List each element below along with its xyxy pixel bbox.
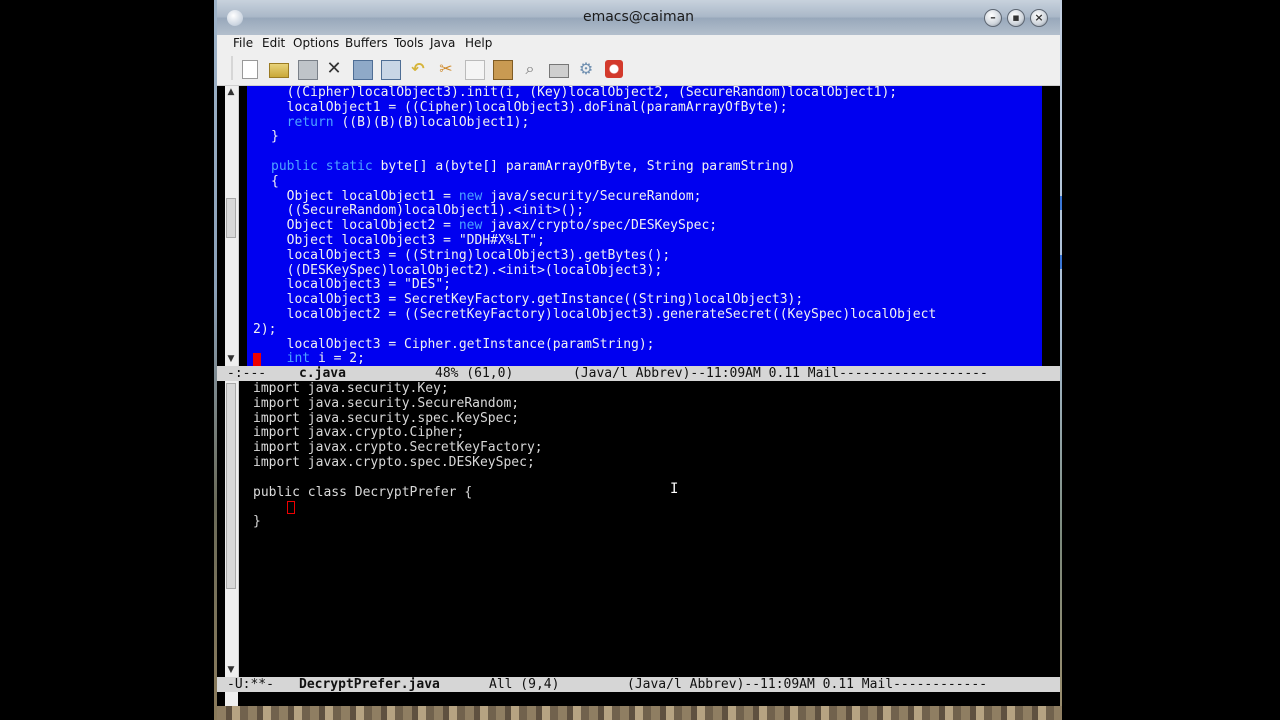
- code-line[interactable]: import javax.crypto.spec.DESKeySpec;: [253, 455, 543, 471]
- menu-options[interactable]: Options: [293, 36, 339, 50]
- menu-bar: File Edit Options Buffers Tools Java Hel…: [217, 35, 1060, 52]
- minibuffer-scroll-icon: [225, 692, 238, 706]
- mode-line-top[interactable]: -:--- c.java 48% (61,0) (Java/l Abbrev)-…: [217, 366, 1060, 381]
- save-icon[interactable]: [353, 60, 373, 80]
- vertical-scrollbar-top[interactable]: ▲ ▼: [225, 86, 239, 366]
- scroll-up-icon[interactable]: ▲: [226, 87, 236, 97]
- desktop-background-left: [0, 0, 217, 720]
- code-line[interactable]: {: [253, 174, 936, 190]
- text-cursor: [253, 353, 261, 366]
- code-area-bottom[interactable]: import java.security.Key; import java.sec…: [253, 381, 543, 530]
- code-line[interactable]: }: [253, 514, 543, 530]
- code-line[interactable]: Object localObject3 = "DDH#X%LT";: [253, 233, 936, 249]
- code-line[interactable]: localObject3 = ((String)localObject3).ge…: [253, 248, 936, 264]
- desktop-background-right: [1062, 0, 1280, 720]
- code-line[interactable]: public class DecryptPrefer {: [253, 485, 543, 501]
- save-disabled-icon[interactable]: [298, 60, 318, 80]
- code-line[interactable]: ((SecureRandom)localObject1).<init>();: [253, 204, 936, 219]
- menu-help[interactable]: Help: [465, 36, 492, 50]
- scrollbar-thumb[interactable]: [226, 198, 236, 238]
- window-title: emacs@caiman: [582, 9, 695, 25]
- undo-icon[interactable]: ↶: [409, 60, 427, 78]
- code-line[interactable]: localObject3 = "DES";: [253, 278, 936, 293]
- mouse-ibeam-cursor-icon: I: [670, 482, 678, 496]
- modeline-buffer-name[interactable]: DecryptPrefer.java: [299, 677, 440, 692]
- modeline-buffer-name[interactable]: c.java: [299, 366, 346, 381]
- help-icon[interactable]: [605, 60, 623, 78]
- close-button[interactable]: ×: [1030, 9, 1048, 27]
- modeline-status: -:---: [227, 366, 267, 381]
- toolbar-grip: [231, 56, 233, 80]
- code-line[interactable]: [253, 500, 543, 515]
- code-line[interactable]: localObject2 = ((SecretKeyFactory)localO…: [253, 307, 937, 323]
- search-icon[interactable]: ⌕: [521, 60, 539, 78]
- code-line[interactable]: public static byte[] a(byte[] paramArray…: [253, 159, 936, 175]
- code-line[interactable]: import java.security.Key;: [253, 381, 543, 397]
- code-line[interactable]: 2);: [253, 322, 936, 338]
- code-line[interactable]: [253, 471, 543, 486]
- editor-pane-top[interactable]: ▲ ▼ ((Cipher)localObject3).init(i, (Key)…: [217, 85, 1060, 367]
- code-line[interactable]: [253, 145, 936, 160]
- code-line[interactable]: return ((B)(B)(B)localObject1);: [253, 115, 936, 131]
- code-line[interactable]: import java.security.SecureRandom;: [253, 396, 543, 412]
- menu-java[interactable]: Java: [430, 36, 455, 50]
- minibuffer[interactable]: [217, 692, 1060, 706]
- code-line[interactable]: import javax.crypto.Cipher;: [253, 425, 543, 441]
- code-line[interactable]: Object localObject2 = new javax/crypto/s…: [253, 218, 936, 234]
- vertical-scrollbar-bottom[interactable]: ▼: [225, 381, 239, 677]
- code-area-top[interactable]: ((Cipher)localObject3).init(i, (Key)loca…: [253, 85, 937, 367]
- minimize-icon: –: [990, 11, 996, 24]
- modeline-position: 48% (61,0): [435, 366, 514, 381]
- close-x-icon[interactable]: ✕: [325, 60, 343, 78]
- code-line[interactable]: }: [253, 130, 936, 145]
- maximize-button[interactable]: ▪: [1007, 9, 1025, 27]
- code-line[interactable]: int i = 2;: [253, 351, 936, 367]
- modeline-position: All (9,4): [489, 677, 560, 692]
- editor-pane-bottom[interactable]: ▼ import java.security.Key; import java.s…: [217, 381, 1060, 677]
- toolbar: ✕ ↶ ✂ ⌕ ⚙: [217, 52, 1060, 86]
- code-line[interactable]: import java.security.spec.KeySpec;: [253, 411, 543, 427]
- close-icon: ×: [1034, 11, 1044, 24]
- open-folder-icon[interactable]: [269, 63, 289, 78]
- mode-line-bottom[interactable]: -U:**- DecryptPrefer.java All (9,4) (Jav…: [217, 677, 1060, 692]
- minimize-button[interactable]: –: [984, 9, 1002, 27]
- code-line[interactable]: localObject1 = ((Cipher)localObject3).do…: [253, 100, 936, 116]
- menu-tools[interactable]: Tools: [394, 36, 424, 50]
- modeline-modes[interactable]: (Java/l Abbrev)--11:09AM 0.11 Mail------…: [627, 677, 987, 692]
- scrollbar-thumb[interactable]: [226, 383, 236, 589]
- print-icon[interactable]: [549, 64, 569, 78]
- desktop-wallpaper-strip-bottom: [217, 706, 1062, 720]
- modeline-modes[interactable]: (Java/l Abbrev)--11:09AM 0.11 Mail------…: [573, 366, 988, 381]
- scroll-down-icon[interactable]: ▼: [226, 354, 236, 364]
- new-file-icon[interactable]: [242, 60, 258, 79]
- code-line[interactable]: ((Cipher)localObject3).init(i, (Key)loca…: [253, 85, 936, 101]
- paste-icon[interactable]: [493, 60, 513, 80]
- code-line[interactable]: ((DESKeySpec)localObject2).<init>(localO…: [253, 263, 936, 279]
- code-line[interactable]: localObject3 = SecretKeyFactory.getInsta…: [253, 292, 936, 308]
- code-line[interactable]: import javax.crypto.SecretKeyFactory;: [253, 440, 543, 456]
- menu-edit[interactable]: Edit: [262, 36, 285, 50]
- title-bar[interactable]: emacs@caiman – ▪ ×: [217, 0, 1060, 36]
- modeline-status: -U:**-: [227, 677, 274, 692]
- menu-buffers[interactable]: Buffers: [345, 36, 388, 50]
- emacs-window: emacs@caiman – ▪ × File Edit Options Buf…: [217, 0, 1060, 706]
- scroll-down-icon[interactable]: ▼: [226, 665, 236, 675]
- code-line[interactable]: localObject3 = Cipher.getInstance(paramS…: [253, 337, 936, 353]
- copy-icon[interactable]: [465, 60, 485, 80]
- preferences-icon[interactable]: ⚙: [577, 60, 595, 78]
- save-as-icon[interactable]: [381, 60, 401, 80]
- text-cursor: [287, 501, 295, 514]
- menu-file[interactable]: File: [233, 36, 253, 50]
- code-line[interactable]: Object localObject1 = new java/security/…: [253, 189, 936, 205]
- cut-icon[interactable]: ✂: [437, 60, 455, 78]
- maximize-icon: ▪: [1012, 11, 1020, 24]
